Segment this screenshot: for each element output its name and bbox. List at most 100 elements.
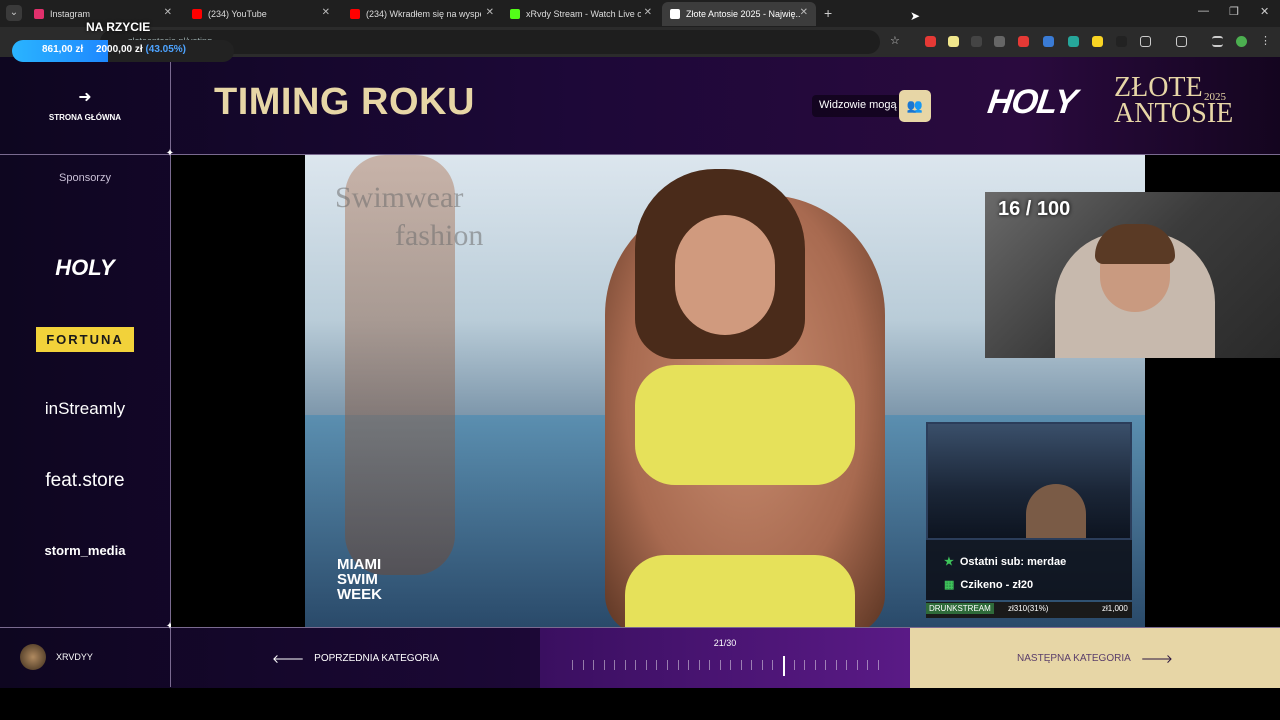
progress-tick[interactable] [740,660,742,670]
tab-search-icon[interactable]: ⌄ [6,5,22,21]
progress-tick[interactable] [793,660,795,670]
close-icon[interactable]: ✕ [800,7,808,18]
extension-icon[interactable] [1116,36,1127,47]
progress-tick[interactable] [582,660,584,670]
progress-tick[interactable] [666,660,668,670]
progress-tick[interactable] [761,660,763,670]
watermark-line: WEEK [337,586,382,603]
secondary-webcam-person [1026,484,1086,538]
donation-goal-heading: NA RZYCIE [86,20,151,34]
progress-tick[interactable] [677,660,679,670]
close-icon[interactable]: ✕ [486,7,494,18]
progress-tick[interactable] [835,660,837,670]
extension-icon[interactable] [925,36,936,47]
viewers-label: Widzowie mogą [812,95,904,117]
donation-goal-bar: 861,00 zł 2000,00 zł (43.05%) [12,40,234,62]
tab-title: (234) Wkradłem się na wyspę J... [366,9,481,19]
extension-icon[interactable] [1043,36,1054,47]
extension-icon[interactable] [1092,36,1103,47]
category-progress-ticks[interactable] [572,656,882,676]
progress-tick[interactable] [772,660,774,670]
close-icon[interactable]: ✕ [322,7,330,18]
progress-tick[interactable] [635,660,637,670]
progress-tick[interactable] [856,660,858,670]
previous-category-button[interactable]: 🡐 POPRZEDNIA KATEGORIA [171,628,540,688]
reading-list-icon[interactable] [1212,36,1223,47]
extension-icon[interactable] [971,36,982,47]
users-icon[interactable]: 👥 [899,90,931,122]
new-tab-button[interactable]: + [824,5,832,21]
youtube-icon [350,9,360,19]
username: XRVDYY [56,652,93,662]
stream-goal-progress: zł310(31%) [1008,604,1049,613]
progress-tick[interactable] [804,660,806,670]
tab-youtube-video[interactable]: (234) Wkradłem się na wyspę J... ✕ [342,2,502,26]
browser-tab-bar: ⌄ Instagram ✕ (234) YouTube ✕ (234) Wkra… [0,0,1280,27]
category-progress-label: 21/30 [713,638,737,648]
extension-icon[interactable] [1018,36,1029,47]
sponsor-fortuna[interactable]: FORTUNA [0,327,170,352]
donation-goal-text: 861,00 zł 2000,00 zł (43.05%) [42,44,186,55]
progress-tick[interactable] [656,660,658,670]
tab-zlote-antosie[interactable]: Złote Antosie 2025 - Najwię... ✕ [662,2,816,26]
page-title: TIMING ROKU [214,81,475,123]
extension-icon[interactable] [1068,36,1079,47]
extension-icon[interactable] [994,36,1005,47]
webcam-hair [1095,224,1175,264]
more-menu-icon[interactable]: ⋮ [1260,34,1271,47]
progress-tick[interactable] [624,660,626,670]
minimize-button[interactable]: — [1198,5,1209,17]
site-icon [670,9,680,19]
sponsor-fortuna-label: FORTUNA [36,327,134,352]
mouse-cursor-icon: ➤ [910,9,921,23]
extension-icon[interactable] [948,36,959,47]
close-icon[interactable]: ✕ [164,7,172,18]
progress-tick[interactable] [709,660,711,670]
progress-tick[interactable] [614,660,616,670]
bg-text-line: fashion [395,219,484,252]
youtube-icon [192,9,202,19]
progress-tick[interactable] [593,660,595,670]
tab-kick-stream[interactable]: xRvdy Stream - Watch Live on I... ✕ [502,2,660,26]
donation-goal: 2000,00 zł [95,44,143,55]
sponsor-stormmedia[interactable]: storm_media [0,543,170,558]
sponsor-instreamly[interactable]: inStreamly [0,399,170,419]
progress-tick[interactable] [730,660,732,670]
star-icon: ★ [944,556,954,568]
donation-text: Czikeno - zł20 [960,579,1034,591]
progress-tick[interactable] [814,660,816,670]
progress-tick[interactable] [867,660,869,670]
progress-tick[interactable] [688,660,690,670]
progress-tick[interactable] [878,660,879,670]
progress-tick[interactable] [846,660,848,670]
tab-youtube[interactable]: (234) YouTube ✕ [184,2,338,26]
next-category-button[interactable]: NASTĘPNA KATEGORIA 🡒 [910,628,1280,688]
home-button[interactable]: ➜ STRONA GŁÓWNA [40,87,130,122]
bookmark-star-icon[interactable]: ☆ [890,34,901,47]
progress-tick[interactable] [698,660,700,670]
avatar [20,644,46,670]
screenshot-icon[interactable] [1176,36,1187,47]
progress-tick[interactable] [572,660,573,670]
progress-tick[interactable] [603,660,605,670]
extensions-puzzle-icon[interactable] [1140,36,1151,47]
stream-alerts-panel [926,540,1132,600]
progress-tick[interactable] [825,660,827,670]
progress-tick[interactable] [719,660,721,670]
progress-tick[interactable] [645,660,647,670]
progress-tick[interactable] [751,660,753,670]
maximize-button[interactable]: ❐ [1229,5,1239,18]
instagram-icon [34,9,44,19]
user-block[interactable]: XRVDYY [20,644,93,670]
sponsor-holy[interactable]: HOLY [0,255,170,281]
progress-tick-current[interactable] [783,656,786,676]
donation-current: 861,00 zł [42,44,84,55]
close-window-button[interactable]: ✕ [1260,5,1269,18]
close-icon[interactable]: ✕ [644,7,652,18]
watermark-line: MIAMI [337,556,382,573]
tab-title: xRvdy Stream - Watch Live on I... [526,9,641,19]
sponsor-featstore[interactable]: feat.store [0,470,170,492]
video-model-face [675,215,775,335]
last-sub-line: ★ Ostatni sub: merdae [944,555,1066,568]
profile-avatar[interactable] [1236,36,1247,47]
